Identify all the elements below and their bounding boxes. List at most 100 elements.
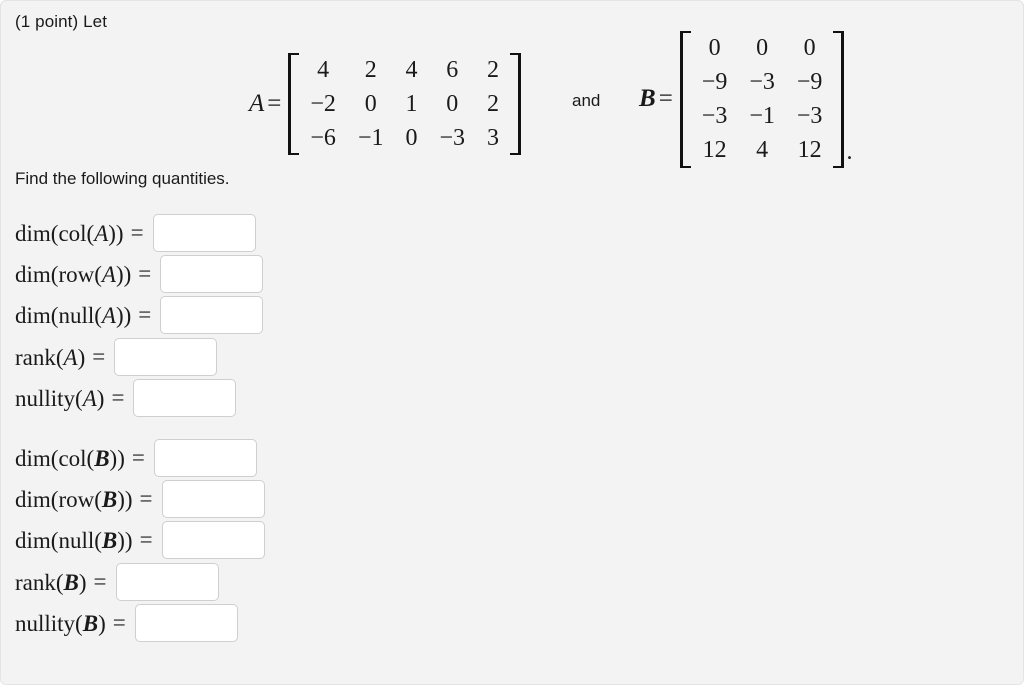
matrix-cell: 1	[405, 91, 418, 118]
matrix-cell: −1	[357, 125, 384, 152]
matrix-a-block: A = 4 2 4 6 2 −2 0 1 0 2 −6 −1 0 −3 3	[249, 53, 522, 156]
matrix-cell: 2	[487, 57, 500, 83]
label-suffix: ))	[115, 261, 132, 287]
label-prefix: dim(null(	[15, 302, 102, 328]
matrix-cell: 2	[364, 57, 377, 83]
question-row-dim-null-a: dim(null(A)) =	[15, 296, 264, 334]
matrix-cell: 0	[708, 35, 721, 61]
label-variable: B	[63, 569, 79, 595]
matrix-row: 4 2 4 6 2	[299, 53, 510, 87]
label-suffix: )	[78, 569, 87, 595]
question-label-dim-row-a: dim(row(A))	[15, 263, 131, 286]
matrix-row: −3 −1 −3	[691, 99, 834, 133]
answer-input-dim-row-b[interactable]	[161, 480, 265, 518]
label-prefix: rank(	[15, 569, 64, 595]
matrix-cell: −3	[749, 69, 775, 96]
equation-row: A = 4 2 4 6 2 −2 0 1 0 2 −6 −1 0 −3 3 and B = 0 0 0 −9 −3−…	[1, 23, 1023, 168]
matrix-b-right-bracket	[833, 31, 845, 168]
matrix-b: 0 0 0 −9 −3 −9 −3 −1 −3 12 4 12	[679, 31, 845, 168]
matrix-cell: −3	[701, 103, 728, 130]
equals-sign: =	[139, 527, 153, 552]
equals-sign: =	[139, 486, 153, 511]
question-label-nullity-a: nullity(A)	[15, 387, 104, 410]
question-row-dim-null-b: dim(null(B)) =	[15, 521, 265, 559]
matrix-cell: −2	[310, 91, 336, 118]
matrix-cell: −9	[701, 69, 728, 96]
question-label-dim-col-b: dim(col(B))	[15, 447, 125, 470]
matrix-cell: 0	[803, 35, 816, 61]
question-row-nullity-b: nullity(B) =	[15, 604, 238, 642]
question-row-dim-col-a: dim(col(A)) =	[15, 214, 256, 252]
label-prefix: dim(col(	[15, 220, 95, 246]
problem-page: (1 point) Let A = 4 2 4 6 2 −2 0 1 0 2 −6 −1 0 −3 3 an…	[0, 0, 1024, 685]
answer-input-dim-col-b[interactable]	[153, 439, 257, 477]
question-row-rank-a: rank(A) =	[15, 338, 218, 376]
answer-input-dim-null-a[interactable]	[160, 296, 264, 334]
answer-input-dim-row-a[interactable]	[160, 255, 264, 293]
matrix-cell: 12	[702, 137, 727, 164]
equals-sign: =	[111, 385, 125, 410]
conjunction-label: and	[572, 91, 601, 110]
label-variable: B	[82, 610, 99, 636]
matrix-cell: 12	[797, 137, 822, 164]
matrix-cell: 0	[756, 35, 769, 61]
question-label-rank-b: rank(B)	[15, 571, 87, 594]
matrix-row: −6 −1 0 −3 3	[299, 121, 510, 155]
label-suffix: ))	[115, 302, 132, 328]
question-row-rank-b: rank(B) =	[15, 563, 219, 601]
label-suffix: ))	[117, 527, 133, 553]
question-label-dim-row-b: dim(row(B))	[15, 488, 133, 511]
label-prefix: dim(row(	[15, 486, 102, 512]
equals-sign: =	[93, 569, 107, 594]
answer-input-dim-col-a[interactable]	[152, 214, 256, 252]
matrix-a-left-bracket	[288, 53, 300, 156]
equals-sign: =	[131, 445, 145, 470]
equals-sign: =	[92, 344, 106, 369]
matrix-cell: 0	[446, 91, 459, 118]
matrix-b-body: 0 0 0 −9 −3 −9 −3 −1 −3 12 4 12	[691, 31, 834, 168]
matrix-cell: 4	[405, 57, 418, 83]
label-suffix: ))	[108, 220, 124, 246]
matrix-cell: 4	[317, 57, 330, 83]
equals-sign: =	[130, 220, 144, 245]
matrix-row: 12 4 12	[691, 133, 834, 167]
matrix-b-block: B = 0 0 0 −9 −3 −9 −3 −1 −3 12 4 12 .	[639, 31, 852, 168]
label-suffix: )	[96, 385, 105, 411]
label-prefix: rank(	[15, 344, 64, 370]
label-variable: A	[101, 261, 116, 287]
matrix-cell: 2	[487, 91, 500, 118]
matrix-cell: −3	[439, 125, 466, 152]
equals-sign: =	[138, 302, 152, 327]
question-label-dim-null-b: dim(null(B))	[15, 529, 133, 552]
answer-input-nullity-a[interactable]	[133, 379, 237, 417]
answer-input-rank-b[interactable]	[115, 563, 219, 601]
label-variable: B	[101, 486, 118, 512]
label-suffix: ))	[117, 486, 133, 512]
label-variable: A	[82, 385, 97, 411]
question-label-rank-a: rank(A)	[15, 346, 85, 369]
matrix-row: 0 0 0	[691, 31, 834, 65]
matrix-b-label: B	[639, 85, 656, 113]
matrix-cell: 3	[487, 125, 500, 152]
label-prefix: dim(row(	[15, 261, 102, 287]
question-label-dim-null-a: dim(null(A))	[15, 304, 131, 327]
label-prefix: nullity(	[15, 385, 83, 411]
question-label-nullity-b: nullity(B)	[15, 612, 106, 635]
instruction-line: Find the following quantities.	[15, 169, 230, 188]
matrix-cell: 0	[405, 125, 418, 152]
label-variable: A	[101, 302, 116, 328]
question-row-dim-row-a: dim(row(A)) =	[15, 255, 264, 293]
answer-input-nullity-b[interactable]	[134, 604, 238, 642]
matrix-row: −9 −3 −9	[691, 65, 834, 99]
label-prefix: nullity(	[15, 610, 83, 636]
answer-input-rank-a[interactable]	[114, 338, 218, 376]
equals-sign: =	[112, 610, 126, 635]
matrix-b-left-bracket	[679, 31, 691, 168]
label-prefix: dim(col(	[15, 445, 95, 471]
answer-input-dim-null-b[interactable]	[161, 521, 265, 559]
matrix-a-equals: =	[267, 90, 282, 118]
label-variable: B	[101, 527, 118, 553]
label-prefix: dim(null(	[15, 527, 102, 553]
question-label-dim-col-a: dim(col(A))	[15, 222, 124, 245]
matrix-cell: 4	[756, 137, 769, 164]
